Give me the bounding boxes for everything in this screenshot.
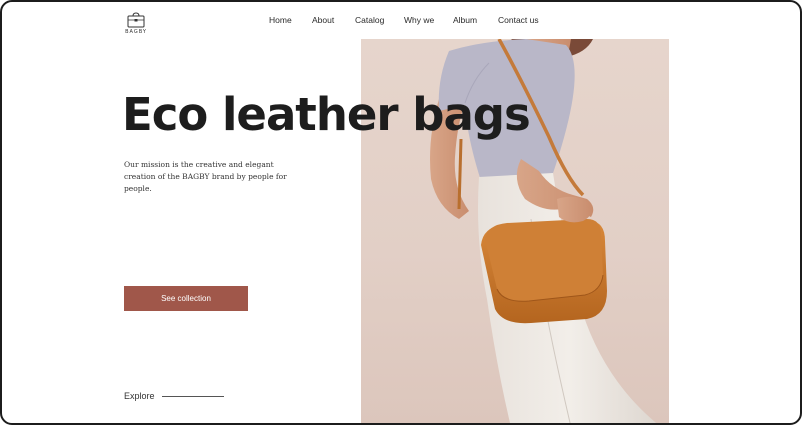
- nav-item-album[interactable]: Album: [453, 15, 477, 25]
- page-frame: BAGBY Home About Catalog Why we Album Co…: [0, 0, 802, 425]
- mission-text: Our mission is the creative and elegant …: [124, 160, 287, 193]
- brand-name: BAGBY: [125, 29, 147, 35]
- nav-item-catalog[interactable]: Catalog: [355, 15, 384, 25]
- nav-item-about[interactable]: About: [312, 15, 334, 25]
- nav-item-why-we[interactable]: Why we: [404, 15, 434, 25]
- explore-divider: [162, 396, 224, 397]
- hero-title: Eco leather bags: [122, 88, 531, 141]
- see-collection-button[interactable]: See collection: [124, 286, 248, 311]
- nav-item-contact-us[interactable]: Contact us: [498, 15, 539, 25]
- main-nav: Home About Catalog Why we Album Contact …: [2, 15, 800, 29]
- nav-item-home[interactable]: Home: [269, 15, 292, 25]
- explore-link[interactable]: Explore: [124, 391, 155, 401]
